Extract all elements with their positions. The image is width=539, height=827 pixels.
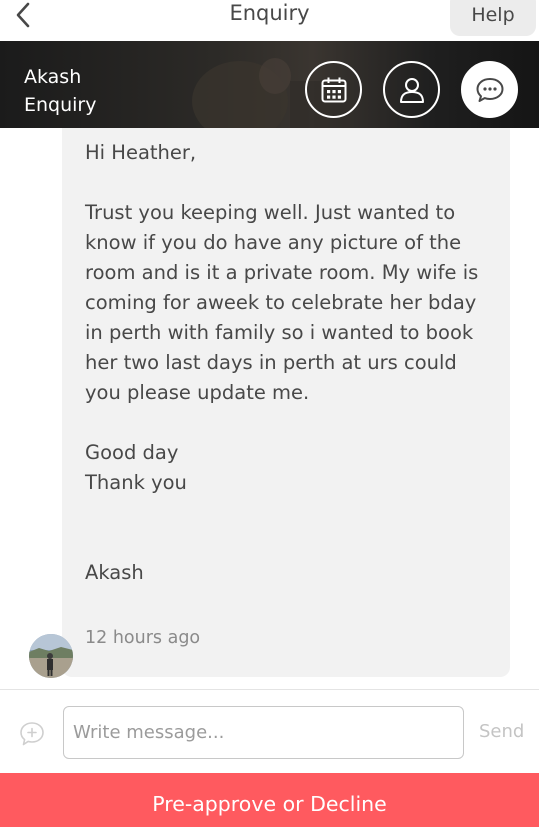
send-button[interactable]: Send xyxy=(479,721,524,742)
calendar-button[interactable] xyxy=(305,61,362,118)
message-text: Hi Heather, Trust you keeping well. Just… xyxy=(85,141,479,584)
profile-button[interactable] xyxy=(383,61,440,118)
profile-icon xyxy=(399,77,424,103)
guest-info: Akash Enquiry xyxy=(24,63,96,119)
message-composer: Send xyxy=(0,689,539,773)
top-navigation-bar: Enquiry Help xyxy=(0,0,539,41)
add-attachment-button[interactable] xyxy=(19,721,45,747)
message-icon xyxy=(476,77,503,102)
message-timestamp: 12 hours ago xyxy=(85,628,201,648)
message-input[interactable] xyxy=(63,706,464,759)
pre-approve-or-decline-button[interactable]: Pre-approve or Decline xyxy=(0,773,539,827)
conversation-header: Akash Enquiry xyxy=(0,41,539,128)
calendar-icon xyxy=(321,77,346,102)
add-comment-icon xyxy=(20,722,44,746)
reservation-status: Enquiry xyxy=(24,94,97,116)
help-button[interactable]: Help xyxy=(450,0,536,36)
guest-name: Akash xyxy=(24,66,82,88)
message-bubble: Hi Heather, Trust you keeping well. Just… xyxy=(62,128,510,677)
guest-photo xyxy=(29,634,73,678)
message-button[interactable] xyxy=(461,61,518,118)
avatar[interactable] xyxy=(29,634,73,678)
